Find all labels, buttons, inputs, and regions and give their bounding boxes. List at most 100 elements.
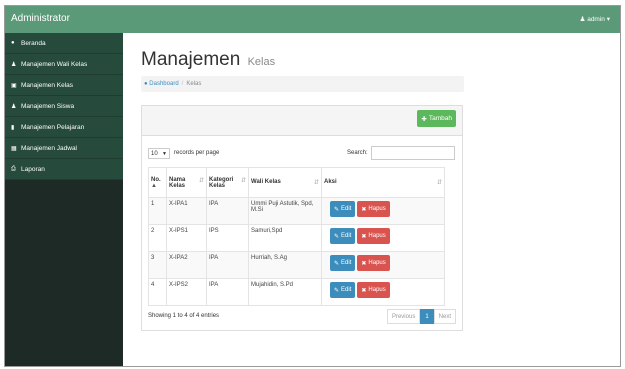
table-icon: ▣	[11, 82, 17, 89]
page-subtitle: Kelas	[247, 56, 276, 68]
sidebar-item-pelajaran[interactable]: ▮ Manajemen Pelajaran	[5, 117, 123, 138]
cell-nama-kelas: X-IPA2	[166, 251, 207, 279]
edit-button[interactable]: ✎ Edit	[330, 255, 356, 271]
cell-aksi: ✎ Edit ✖ Hapus	[321, 224, 445, 252]
breadcrumb-separator: /	[181, 81, 184, 87]
page-size-select[interactable]: 10 ▼	[148, 148, 170, 159]
page-title-text: Manajemen	[141, 49, 241, 70]
edit-button[interactable]: ✎ Edit	[330, 282, 356, 298]
print-icon: ⎙	[11, 165, 16, 172]
cell-aksi: ✎ Edit ✖ Hapus	[321, 278, 445, 306]
cell-nama-kelas: X-IPS1	[166, 224, 207, 252]
pagination-next[interactable]: Next	[433, 309, 456, 324]
data-panel: ✚ Tambah 10 ▼ records per page Search: N…	[141, 105, 463, 331]
edit-icon: ✎	[334, 287, 340, 294]
book-icon: ▮	[11, 124, 15, 131]
edit-button[interactable]: ✎ Edit	[330, 201, 356, 217]
top-navbar: Administrator ♟ admin ▾	[5, 6, 620, 33]
sidebar-item-label: Manajemen Kelas	[21, 81, 74, 89]
brand-title[interactable]: Administrator	[11, 13, 70, 24]
cell-wali: Ummi Puji Astutik, Spd, M.Si	[248, 197, 322, 225]
edit-icon: ✎	[334, 233, 340, 240]
remove-circle-icon: ✖	[361, 206, 367, 213]
breadcrumb-home-label: Dashboard	[149, 81, 179, 87]
edit-icon: ✎	[334, 260, 340, 267]
add-button[interactable]: ✚ Tambah	[417, 110, 456, 127]
sidebar-item-beranda[interactable]: ● Beranda	[5, 33, 123, 54]
cell-wali: Hurriah, S.Ag	[248, 251, 322, 279]
sidebar-item-label: Laporan	[21, 165, 45, 173]
search-label: Search:	[347, 150, 368, 156]
cell-aksi: ✎ Edit ✖ Hapus	[321, 251, 445, 279]
table-row: 4 X-IPS2 IPA Mujahidin, S.Pd ✎ Edit ✖ Hapu…	[148, 278, 445, 306]
sidebar-item-kelas[interactable]: ▣ Manajemen Kelas	[5, 75, 123, 96]
panel-heading: ✚ Tambah	[142, 106, 462, 136]
cell-kategori: IPS	[206, 224, 249, 252]
dashboard-icon: ●	[11, 40, 15, 46]
breadcrumb-current: Kelas	[186, 81, 202, 87]
cell-no: 3	[148, 251, 167, 279]
cell-wali: Samuri,Spd	[248, 224, 322, 252]
sidebar-item-label: Manajemen Siswa	[21, 102, 75, 110]
cell-nama-kelas: X-IPS2	[166, 278, 207, 306]
cell-no: 4	[148, 278, 167, 306]
cell-kategori: IPA	[206, 251, 249, 279]
search-input[interactable]	[371, 146, 455, 160]
column-header-wali-kelas[interactable]: ⇵ Wali Kelas	[248, 167, 322, 198]
dashboard-icon: ●	[144, 81, 148, 87]
cell-no: 1	[148, 197, 167, 225]
cell-wali: Mujahidin, S.Pd	[248, 278, 322, 306]
user-menu[interactable]: ♟ admin ▾	[580, 15, 610, 23]
delete-button[interactable]: ✖ Hapus	[357, 255, 390, 271]
sidebar-item-label: Manajemen Jadwal	[21, 144, 78, 152]
edit-icon: ✎	[334, 206, 340, 213]
user-icon: ♟	[11, 61, 17, 68]
caret-down-icon: ▾	[606, 16, 610, 23]
cell-kategori: IPA	[206, 197, 249, 225]
breadcrumb-home[interactable]: ● Dashboard	[144, 81, 179, 87]
breadcrumb: ● Dashboard / Kelas	[141, 76, 464, 92]
kelas-table: No. ▲ ⇵ Nama Kelas ⇵ Kategori Kelas ⇵ Wali …	[148, 167, 445, 306]
records-per-page-label: records per page	[174, 150, 220, 156]
sidebar-item-label: Beranda	[21, 39, 46, 47]
calendar-icon: ▦	[11, 145, 17, 152]
pagination-page-1[interactable]: 1	[420, 309, 434, 324]
sidebar-item-siswa[interactable]: ♟ Manajemen Siswa	[5, 96, 123, 117]
cell-no: 2	[148, 224, 167, 252]
table-row: 2 X-IPS1 IPS Samuri,Spd ✎ Edit ✖ Hapus	[148, 224, 445, 252]
column-header-nama-kelas[interactable]: ⇵ Nama Kelas	[166, 167, 207, 198]
cell-aksi: ✎ Edit ✖ Hapus	[321, 197, 445, 225]
edit-button[interactable]: ✎ Edit	[330, 228, 356, 244]
users-icon: ♟	[11, 103, 17, 110]
cell-kategori: IPA	[206, 278, 249, 306]
remove-circle-icon: ✖	[361, 260, 367, 267]
pagination: Previous 1 Next	[386, 309, 456, 324]
sidebar-item-laporan[interactable]: ⎙ Laporan	[5, 159, 123, 180]
app-window: Administrator ♟ admin ▾ ● Beranda ♟ Mana…	[4, 5, 621, 367]
delete-button[interactable]: ✖ Hapus	[357, 282, 390, 298]
table-row: 1 X-IPA1 IPA Ummi Puji Astutik, Spd, M.S…	[148, 197, 445, 225]
sidebar-item-jadwal[interactable]: ▦ Manajemen Jadwal	[5, 138, 123, 159]
remove-circle-icon: ✖	[361, 233, 367, 240]
main-content: Manajemen Kelas ● Dashboard / Kelas ✚ Ta…	[123, 33, 620, 366]
table-header-row: No. ▲ ⇵ Nama Kelas ⇵ Kategori Kelas ⇵ Wali …	[148, 167, 445, 198]
table-row: 3 X-IPA2 IPA Hurriah, S.Ag ✎ Edit ✖ Hapus	[148, 251, 445, 279]
column-header-no[interactable]: No. ▲	[148, 167, 167, 198]
caret-down-icon: ▼	[162, 150, 167, 157]
delete-button[interactable]: ✖ Hapus	[357, 201, 390, 217]
column-header-kategori-kelas[interactable]: ⇵ Kategori Kelas	[206, 167, 249, 198]
column-header-aksi[interactable]: ⇵ Aksi	[321, 167, 445, 198]
sidebar-item-label: Manajemen Pelajaran	[21, 123, 85, 131]
page-size-value: 10	[151, 150, 158, 157]
sidebar-item-label: Manajemen Wali Kelas	[21, 60, 88, 68]
user-name: admin	[587, 16, 605, 23]
table-controls: 10 ▼ records per page Search:	[148, 146, 456, 162]
delete-button[interactable]: ✖ Hapus	[357, 228, 390, 244]
page-title: Manajemen Kelas	[141, 49, 275, 71]
plus-circle-icon: ✚	[421, 115, 427, 123]
pagination-previous[interactable]: Previous	[386, 309, 421, 324]
sidebar-item-wali-kelas[interactable]: ♟ Manajemen Wali Kelas	[5, 54, 123, 75]
user-icon: ♟	[579, 16, 586, 23]
cell-nama-kelas: X-IPA1	[166, 197, 207, 225]
sidebar: ● Beranda ♟ Manajemen Wali Kelas ▣ Manaj…	[5, 33, 123, 366]
